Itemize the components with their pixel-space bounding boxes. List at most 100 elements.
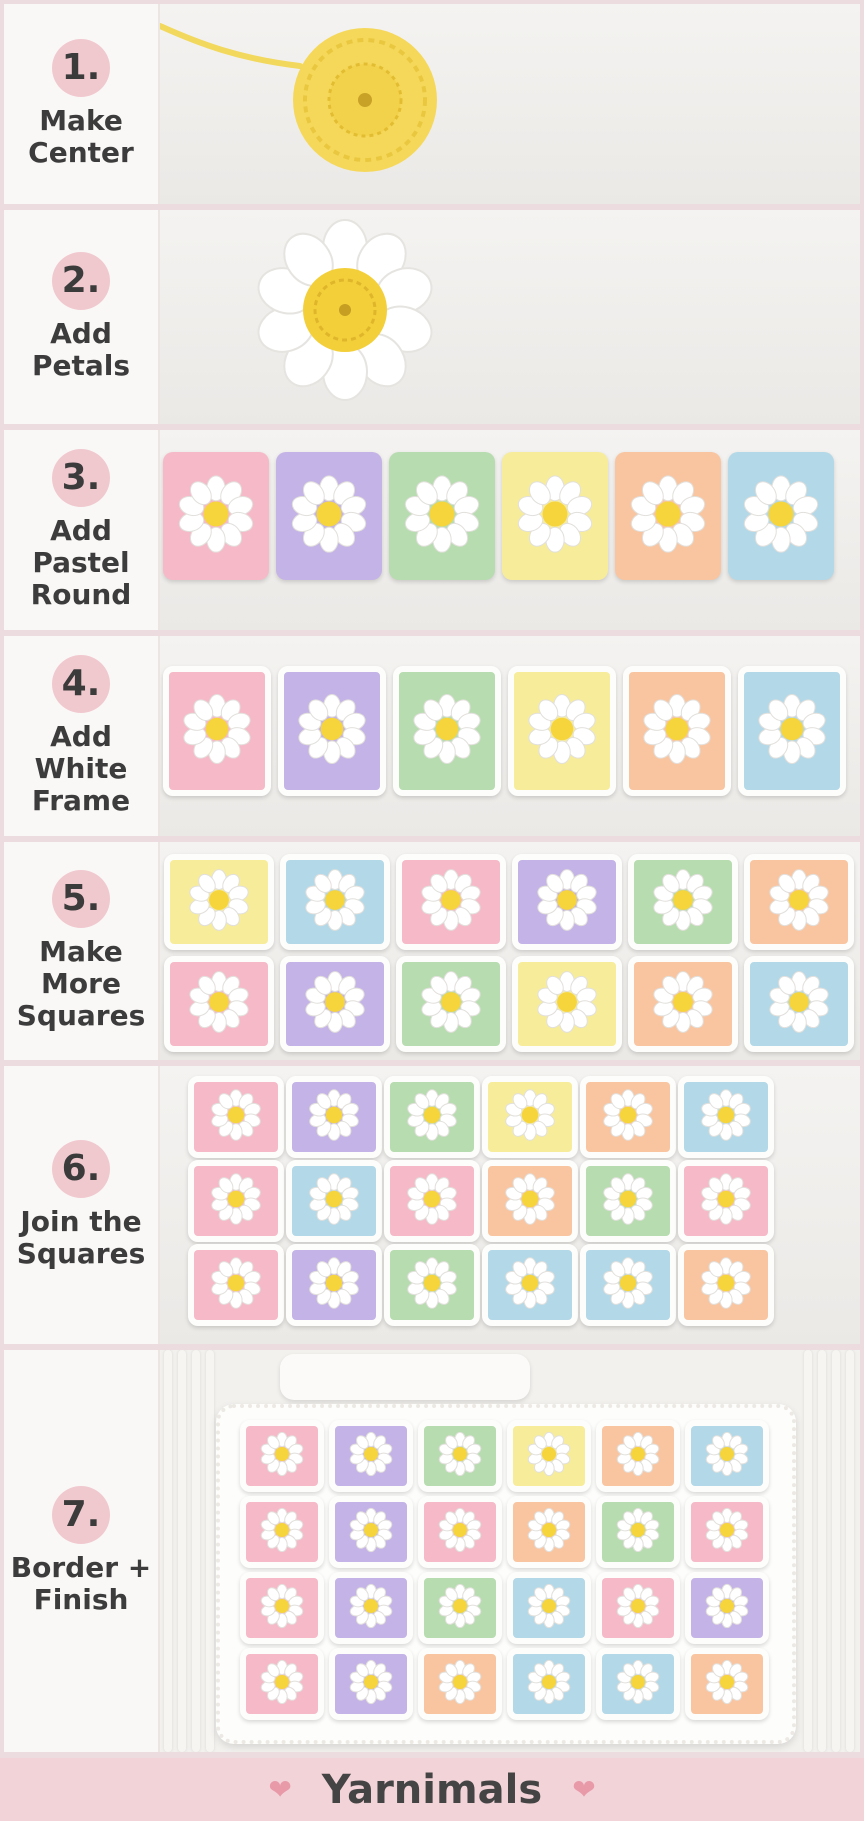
granny-square-blue — [678, 1076, 774, 1158]
daisy-icon — [259, 1431, 306, 1482]
daisy-icon — [526, 1583, 573, 1634]
granny-square-peach — [685, 1648, 769, 1720]
granny-square-pink — [384, 1160, 480, 1242]
granny-square-lavender — [329, 1420, 413, 1492]
granny-square-pink — [188, 1076, 284, 1158]
granny-square-lavender — [329, 1572, 413, 1644]
daisy-icon — [259, 1507, 306, 1558]
granny-square-lavender — [329, 1496, 413, 1568]
granny-square-lavender — [286, 1076, 382, 1158]
daisy-icon — [615, 1431, 662, 1482]
step-5: 5. Make More Squares — [4, 842, 860, 1060]
step-label: 7. Border + Finish — [4, 1350, 160, 1752]
step-1: 1. Make Center — [4, 4, 860, 204]
daisy-icon — [437, 1431, 484, 1482]
daisy-icon — [307, 1088, 362, 1147]
daisy-icon — [209, 1256, 264, 1315]
crib-rail — [846, 1350, 854, 1752]
step-label: 2. Add Petals — [4, 210, 160, 424]
granny-square-pink — [188, 1160, 284, 1242]
granny-square-blue — [685, 1420, 769, 1492]
granny-square-mint — [384, 1076, 480, 1158]
daisy-icon — [525, 692, 600, 771]
daisy-icon — [186, 969, 252, 1039]
step-3: 3. Add Pastel Round — [4, 430, 860, 630]
granny-square-mint — [596, 1496, 680, 1568]
daisy-icon — [405, 1088, 460, 1147]
daisy-icon — [418, 969, 484, 1039]
granny-square-pink — [396, 854, 506, 950]
granny-square-mint — [418, 1572, 502, 1644]
granny-square-lavender — [286, 1244, 382, 1326]
crib-rail — [818, 1350, 826, 1752]
granny-square-pink — [240, 1648, 324, 1720]
granny-square-mint — [389, 452, 495, 580]
granny-square-peach — [482, 1160, 578, 1242]
step-number: 7. — [52, 1485, 110, 1544]
step-title: Add Pastel Round — [30, 513, 132, 612]
step-7: 7. Border + Finish — [4, 1350, 860, 1752]
step-5-photo — [160, 842, 860, 1060]
daisy-icon — [259, 1583, 306, 1634]
step-label: 3. Add Pastel Round — [4, 430, 160, 630]
granny-square-peach — [596, 1420, 680, 1492]
step-number: 2. — [52, 251, 110, 310]
daisy-icon — [766, 969, 832, 1039]
daisy-icon — [307, 1256, 362, 1315]
daisy-icon — [650, 969, 716, 1039]
daisy-icon — [410, 692, 485, 771]
step-label: 4. Add White Frame — [4, 636, 160, 836]
granny-square-mint — [580, 1160, 676, 1242]
granny-square-mint — [396, 956, 506, 1052]
daisy-icon — [704, 1507, 751, 1558]
granny-square-pink — [188, 1244, 284, 1326]
granny-square-pink — [678, 1160, 774, 1242]
daisy-icon — [755, 692, 830, 771]
granny-square-yellow — [502, 452, 608, 580]
granny-square-lavender — [685, 1572, 769, 1644]
granny-square-blue — [482, 1244, 578, 1326]
daisy-icon — [405, 1256, 460, 1315]
step-6: 6. Join the Squares — [4, 1066, 860, 1344]
granny-square-blue — [507, 1648, 591, 1720]
step-number: 6. — [52, 1139, 110, 1198]
granny-square-mint — [418, 1420, 502, 1492]
daisy-icon — [699, 1172, 754, 1231]
step-label: 6. Join the Squares — [4, 1066, 160, 1344]
daisy-icon — [650, 867, 716, 937]
daisy-flower-image — [257, 219, 433, 401]
daisy-icon — [704, 1431, 751, 1482]
daisy-icon — [186, 867, 252, 937]
granny-square-blue — [728, 452, 834, 580]
granny-square-lavender — [276, 452, 382, 580]
daisy-icon — [302, 969, 368, 1039]
granny-square-peach — [678, 1244, 774, 1326]
granny-square-yellow — [164, 854, 274, 950]
step-title: Make Center — [28, 103, 134, 169]
granny-square-blue — [580, 1244, 676, 1326]
daisy-icon — [704, 1659, 751, 1710]
daisy-icon — [526, 1507, 573, 1558]
heart-icon: ❤ — [268, 1773, 292, 1806]
step-title: Make More Squares — [16, 934, 146, 1033]
daisy-icon — [348, 1659, 395, 1710]
daisy-icon — [740, 473, 823, 560]
daisy-icon — [601, 1088, 656, 1147]
step-2: 2. Add Petals — [4, 210, 860, 424]
daisy-icon — [348, 1507, 395, 1558]
crib-rail — [832, 1350, 840, 1752]
step-title: Join the Squares — [16, 1204, 146, 1270]
daisy-icon — [601, 1256, 656, 1315]
granny-square-pink — [240, 1420, 324, 1492]
step-4: 4. Add White Frame — [4, 636, 860, 836]
daisy-icon — [437, 1507, 484, 1558]
granny-square-blue — [744, 956, 854, 1052]
daisy-icon — [699, 1088, 754, 1147]
daisy-icon — [699, 1256, 754, 1315]
granny-square-lavender — [329, 1648, 413, 1720]
step-number: 3. — [52, 448, 110, 507]
granny-square-peach — [623, 666, 731, 796]
granny-square-mint — [628, 854, 738, 950]
daisy-icon — [534, 969, 600, 1039]
step-number: 1. — [52, 38, 110, 97]
